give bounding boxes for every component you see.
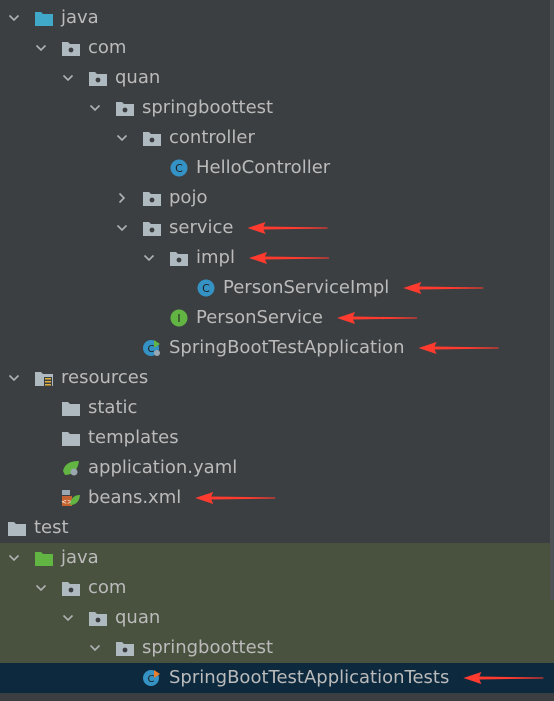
tree-node-label: com [88,37,127,58]
package-icon [142,219,162,237]
tree-node-person-service[interactable]: I PersonService [0,303,554,333]
chevron-down-icon[interactable] [114,213,130,243]
chevron-down-icon[interactable] [114,123,130,153]
spring-boot-class-icon: C [142,339,162,357]
tree-node-springboottest-main[interactable]: springboottest [0,93,554,123]
tree-node-label: HelloController [196,157,331,178]
tree-node-label: SpringBootTestApplication [169,337,405,358]
tree-node-application-yaml[interactable]: application.yaml [0,453,554,483]
package-icon [88,609,108,627]
tree-node-label: test [34,517,69,538]
chevron-down-icon[interactable] [6,543,22,573]
tree-node-quan-test[interactable]: quan [0,603,554,633]
tree-node-spring-boot-test-application[interactable]: C SpringBootTestApplication [0,333,554,363]
package-icon [169,249,189,267]
tree-node-spring-boot-test-application-tests[interactable]: C SpringBootTestApplicationTests [0,663,554,693]
folder-test-source-icon [34,549,54,567]
class-icon: C [196,279,216,297]
tree-node-label: PersonService [196,307,324,328]
tree-node-static[interactable]: static [0,393,554,423]
resources-folder-icon [34,369,54,387]
chevron-right-icon[interactable] [114,183,130,213]
tree-node-com-main[interactable]: com [0,33,554,63]
tree-node-templates[interactable]: templates [0,423,554,453]
tree-node-label: static [88,397,138,418]
tree-node-impl[interactable]: impl [0,243,554,273]
tree-node-label: quan [115,607,161,628]
tree-node-label: java [61,547,99,568]
chevron-down-icon[interactable] [60,603,76,633]
class-icon: C [169,159,189,177]
tree-node-label: springboottest [142,637,274,658]
tree-node-label: PersonServiceImpl [223,277,390,298]
package-icon [88,69,108,87]
tree-node-label: pojo [169,187,208,208]
package-icon [142,189,162,207]
svg-text:C: C [148,344,155,355]
tree-node-label: SpringBootTestApplicationTests [169,667,450,688]
folder-icon [61,399,81,417]
chevron-down-icon[interactable] [6,3,22,33]
vertical-scrollbar[interactable] [550,0,554,600]
tree-node-label: application.yaml [88,457,238,478]
tree-node-springboottest-test[interactable]: springboottest [0,633,554,663]
tree-node-label: resources [61,367,149,388]
tree-node-java-main[interactable]: java [0,3,554,33]
tree-node-label: controller [169,127,255,148]
xml-spring-icon: <> [61,489,81,507]
interface-icon: I [169,309,189,327]
tree-node-java-test[interactable]: java [0,543,554,573]
svg-text:I: I [177,312,180,325]
svg-text:C: C [202,282,210,295]
package-icon [61,39,81,57]
package-icon [142,129,162,147]
tree-node-label: templates [88,427,179,448]
tree-node-pojo[interactable]: pojo [0,183,554,213]
tree-node-beans-xml[interactable]: <> beans.xml [0,483,554,513]
project-tree: java com quan springboottest controller C Hell… [0,0,554,701]
tree-node-label: beans.xml [88,487,182,508]
tree-node-resources[interactable]: resources [0,363,554,393]
folder-icon [7,519,27,537]
spring-boot-test-class-icon: C [142,669,162,687]
package-icon [115,639,135,657]
tree-node-label: quan [115,67,161,88]
svg-text:C: C [148,674,155,685]
tree-node-label: impl [196,247,235,268]
chevron-down-icon[interactable] [141,243,157,273]
chevron-down-icon[interactable] [87,633,103,663]
folder-icon [61,429,81,447]
chevron-down-icon[interactable] [33,573,49,603]
tree-node-label: com [88,577,127,598]
tree-node-quan-main[interactable]: quan [0,63,554,93]
svg-text:C: C [175,162,183,175]
chevron-down-icon[interactable] [33,33,49,63]
tree-node-label: springboottest [142,97,274,118]
tree-node-person-service-impl[interactable]: C PersonServiceImpl [0,273,554,303]
tree-node-com-test[interactable]: com [0,573,554,603]
folder-source-icon [34,9,54,27]
tree-node-label: service [169,217,234,238]
yaml-spring-icon [61,459,81,477]
chevron-down-icon[interactable] [6,363,22,393]
tree-node-service[interactable]: service [0,213,554,243]
tree-node-test[interactable]: test [0,513,554,543]
chevron-down-icon[interactable] [87,93,103,123]
package-icon [61,579,81,597]
package-icon [115,99,135,117]
tree-node-controller[interactable]: controller [0,123,554,153]
tree-node-label: java [61,7,99,28]
tree-node-hello-controller[interactable]: C HelloController [0,153,554,183]
chevron-down-icon[interactable] [60,63,76,93]
